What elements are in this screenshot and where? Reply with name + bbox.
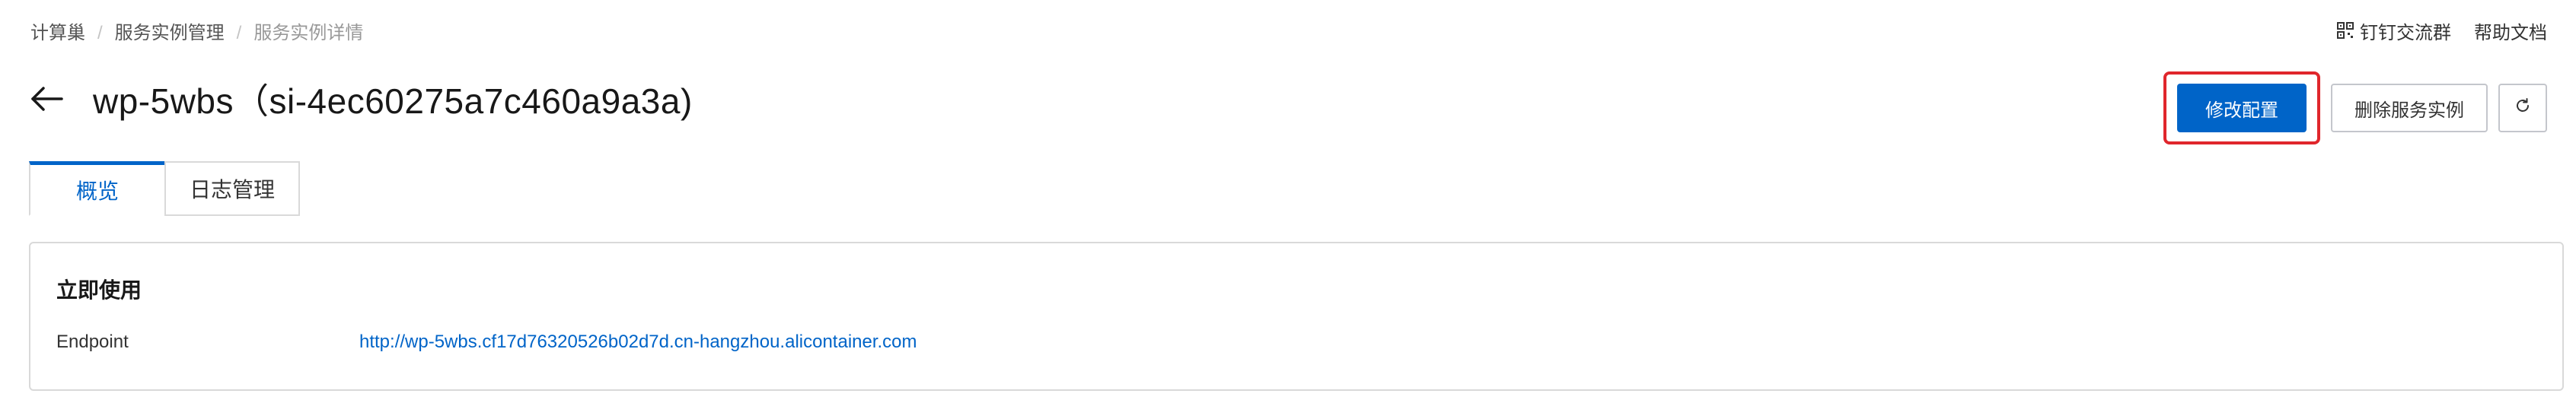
help-docs-link[interactable]: 帮助文档 (2474, 18, 2547, 49)
breadcrumb: 计算巢 / 服务实例管理 / 服务实例详情 (30, 18, 363, 49)
highlight-box: 修改配置 (2163, 71, 2320, 144)
dingtalk-group-link[interactable]: 钉钉交流群 (2337, 18, 2451, 49)
endpoint-link[interactable]: http://wp-5wbs.cf17d76320526b02d7d.cn-ha… (359, 332, 917, 353)
refresh-button[interactable] (2498, 84, 2547, 132)
header-actions: 修改配置 删除服务实例 (2163, 71, 2547, 144)
modify-config-button[interactable]: 修改配置 (2177, 84, 2307, 132)
qr-code-icon (2337, 18, 2354, 49)
dingtalk-group-label: 钉钉交流群 (2360, 23, 2451, 43)
tab-log-management[interactable]: 日志管理 (164, 161, 300, 216)
quick-use-panel: 立即使用 Endpoint http://wp-5wbs.cf17d763205… (29, 242, 2564, 391)
refresh-icon (2514, 97, 2532, 120)
delete-service-instance-button[interactable]: 删除服务实例 (2331, 84, 2488, 132)
breadcrumb-service-instance-detail: 服务实例详情 (253, 23, 364, 43)
top-links: 钉钉交流群 帮助文档 (2337, 18, 2547, 49)
panel-title: 立即使用 (56, 278, 142, 302)
tab-overview[interactable]: 概览 (29, 161, 166, 216)
breadcrumb-separator: / (236, 23, 242, 43)
tab-bar: 概览 日志管理 (29, 161, 300, 216)
help-docs-label: 帮助文档 (2474, 23, 2547, 43)
breadcrumb-computenest[interactable]: 计算巢 (30, 18, 85, 49)
back-arrow-icon[interactable] (27, 80, 65, 118)
page-title: wp-5wbs（si-4ec60275a7c460a9a3a) (93, 81, 693, 121)
breadcrumb-service-instance-management[interactable]: 服务实例管理 (115, 18, 225, 49)
breadcrumb-separator: / (97, 23, 103, 43)
title-row: wp-5wbs（si-4ec60275a7c460a9a3a) (27, 67, 693, 131)
endpoint-label: Endpoint (56, 332, 129, 352)
